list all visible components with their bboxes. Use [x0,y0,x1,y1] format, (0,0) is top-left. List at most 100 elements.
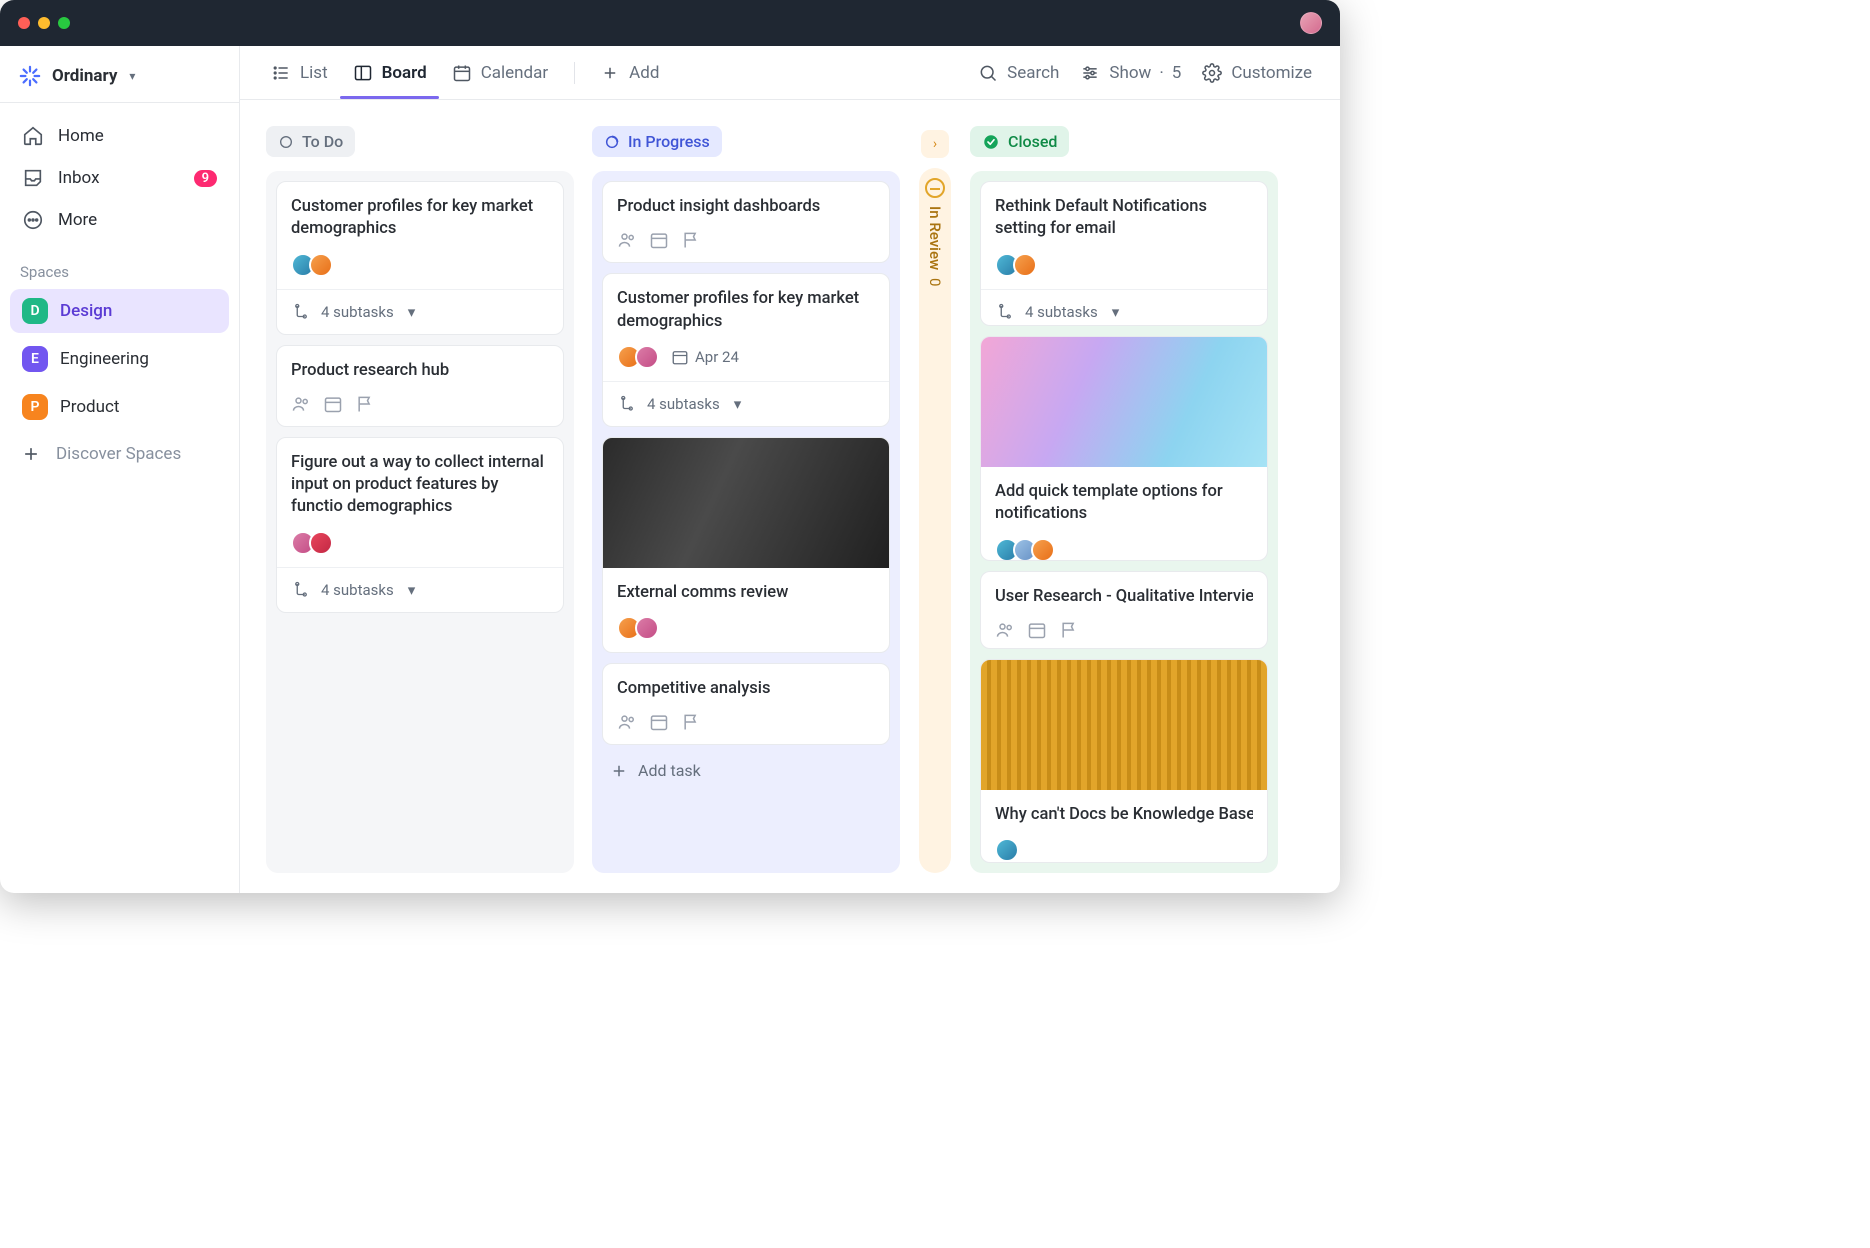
current-user-avatar[interactable] [1300,12,1322,34]
task-card[interactable]: Why can't Docs be Knowledge Base [980,659,1268,863]
workspace-name: Ordinary [52,66,117,86]
titlebar [0,0,1340,46]
subtasks-label: 4 subtasks [647,395,720,413]
circle-icon [278,134,294,150]
calendar-icon[interactable] [323,394,343,414]
assignees[interactable] [617,345,659,369]
column-in-review-label: In Review [926,206,944,270]
tab-list[interactable]: List [262,48,336,98]
subtasks-label: 4 subtasks [1025,303,1098,321]
task-title: External comms review [617,582,875,604]
search-button[interactable]: Search [971,56,1065,90]
subtasks-toggle[interactable]: 4 subtasks ▾ [277,289,563,334]
discover-spaces[interactable]: Discover Spaces [0,431,239,477]
task-title: Product insight dashboards [617,196,875,218]
customize-button[interactable]: Customize [1195,56,1318,90]
assignees[interactable] [995,538,1055,562]
due-date[interactable]: Apr 24 [671,348,739,366]
expand-column-button[interactable]: › [921,130,949,158]
task-title: Why can't Docs be Knowledge Base [995,804,1253,826]
show-button[interactable]: Show · 5 [1073,56,1187,90]
subtasks-toggle[interactable]: 4 subtasks ▾ [277,567,563,612]
kanban-board: To Do Customer profiles for key market d… [240,100,1340,893]
nav-home-label: Home [58,126,104,146]
subtask-icon [995,302,1015,322]
subtask-icon [291,302,311,322]
assignees[interactable] [617,616,659,640]
task-title: Figure out a way to collect internal inp… [291,452,549,519]
board-icon [352,62,374,84]
space-engineering[interactable]: E Engineering [10,337,229,381]
plus-icon [599,62,621,84]
nav-home[interactable]: Home [10,115,229,157]
add-view-label: Add [629,63,659,83]
subtask-icon [291,580,311,600]
column-closed-header[interactable]: Closed [970,126,1069,157]
task-card[interactable]: External comms review [602,437,890,653]
column-todo-header[interactable]: To Do [266,126,355,157]
column-todo-label: To Do [302,132,343,151]
task-card[interactable]: Product insight dashboards [602,181,890,263]
calendar-icon[interactable] [1027,620,1047,640]
discover-spaces-label: Discover Spaces [56,444,181,464]
people-icon[interactable] [617,230,637,250]
tab-board[interactable]: Board [344,48,435,98]
subtasks-toggle[interactable]: 4 subtasks ▾ [603,381,889,426]
flag-icon[interactable] [355,394,375,414]
task-title: Customer profiles for key market demogra… [617,288,875,333]
app-window: Ordinary ▾ Home Inbox 9 More Spaces [0,0,1340,893]
add-view-button[interactable]: Add [593,56,665,90]
space-design-badge: D [22,298,48,324]
subtasks-toggle[interactable]: 4 subtasks ▾ [981,289,1267,326]
task-card[interactable]: Figure out a way to collect internal inp… [276,437,564,613]
task-cover-image [603,438,889,568]
sliders-icon [1079,62,1101,84]
people-icon[interactable] [617,712,637,732]
chevron-down-icon: ▾ [408,581,416,599]
plus-icon [610,762,628,780]
nav-inbox[interactable]: Inbox 9 [10,157,229,199]
tab-calendar[interactable]: Calendar [443,48,556,98]
flag-icon[interactable] [681,712,701,732]
column-in-review-collapsed: › In Review 0 [918,126,952,873]
close-window-button[interactable] [18,17,30,29]
task-title: Product research hub [291,360,549,382]
flag-icon[interactable] [1059,620,1079,640]
inbox-icon [22,167,44,189]
column-in-review-header[interactable]: In Review 0 [919,168,951,873]
task-card[interactable]: Customer profiles for key market demogra… [276,181,564,335]
task-title: User Research - Qualitative Interview [995,586,1253,608]
add-task-button[interactable]: Add task [602,755,890,782]
space-product[interactable]: P Product [10,385,229,429]
task-card[interactable]: Product research hub [276,345,564,427]
plus-icon [20,443,42,465]
tab-calendar-label: Calendar [481,63,548,83]
assignees[interactable] [291,531,333,555]
space-design[interactable]: D Design [10,289,229,333]
nav-more[interactable]: More [10,199,229,241]
task-card[interactable]: Competitive analysis [602,663,890,745]
workspace-switcher[interactable]: Ordinary ▾ [0,46,239,103]
people-icon[interactable] [995,620,1015,640]
subtasks-label: 4 subtasks [321,303,394,321]
column-in-progress: In Progress Product insight dashboards [592,126,900,873]
task-card[interactable]: Rethink Default Notifications setting fo… [980,181,1268,326]
task-card[interactable]: Add quick template options for notificat… [980,336,1268,561]
column-todo: To Do Customer profiles for key market d… [266,126,574,873]
main-content: List Board Calendar Add Se [240,46,1340,893]
calendar-icon[interactable] [649,712,669,732]
people-icon[interactable] [291,394,311,414]
tab-board-label: Board [382,63,427,83]
task-card[interactable]: Customer profiles for key market demogra… [602,273,890,427]
task-card[interactable]: User Research - Qualitative Interview [980,571,1268,649]
minimize-window-button[interactable] [38,17,50,29]
spaces-heading: Spaces [0,245,239,287]
assignees[interactable] [995,838,1019,862]
assignees[interactable] [995,253,1037,277]
column-in-progress-header[interactable]: In Progress [592,126,722,157]
calendar-icon[interactable] [649,230,669,250]
assignees[interactable] [291,253,333,277]
maximize-window-button[interactable] [58,17,70,29]
flag-icon[interactable] [681,230,701,250]
review-status-icon [925,178,945,198]
